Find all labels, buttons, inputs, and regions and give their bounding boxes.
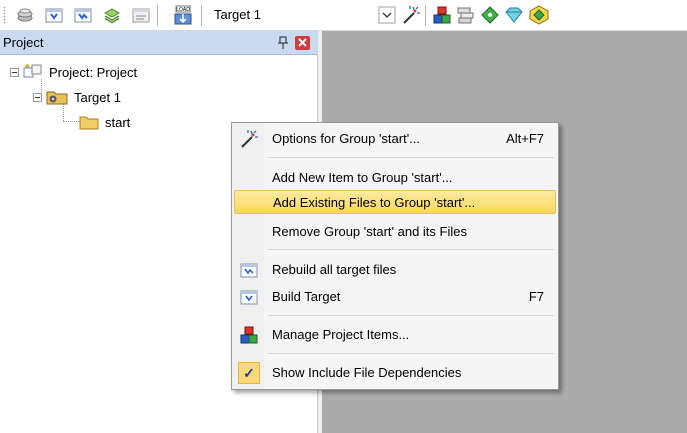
pack-icon[interactable] (528, 4, 550, 26)
manage-project-icon[interactable] (431, 4, 453, 26)
menu-separator (268, 157, 554, 158)
collapse-icon[interactable] (33, 92, 42, 102)
manage-project-icon (234, 323, 264, 347)
wand-icon[interactable] (400, 4, 422, 26)
tree-node-target[interactable]: Target 1 (33, 87, 121, 107)
target-folder-icon (46, 89, 68, 105)
menu-item-label: Build Target (272, 289, 341, 304)
menu-item-shortcut: Alt+F7 (506, 131, 544, 146)
project-icon (23, 63, 43, 81)
menu-item-label: Options for Group 'start'... (272, 131, 421, 146)
check-icon-wrap: ✓ (234, 361, 264, 385)
tree-label-group: start (105, 114, 131, 130)
svg-text:LOAD: LOAD (176, 7, 190, 13)
tree-label-target: Target 1 (74, 89, 121, 105)
menu-item-add-new[interactable]: Add New Item to Group 'start'... (234, 166, 556, 190)
batch-build-icon[interactable] (130, 4, 152, 26)
build-icon[interactable] (72, 4, 94, 26)
context-menu: Options for Group 'start'... Alt+F7 Add … (231, 122, 559, 390)
target-combo[interactable]: Target 1 (210, 5, 370, 25)
menu-item-options[interactable]: Options for Group 'start'... Alt+F7 (234, 127, 556, 151)
menu-item-label: Add New Item to Group 'start'... (272, 170, 453, 185)
menu-item-manage-project[interactable]: Manage Project Items... (234, 323, 556, 347)
rebuild-icon[interactable] (101, 4, 123, 26)
pin-icon[interactable] (277, 36, 289, 50)
component-icon[interactable] (455, 4, 477, 26)
menu-item-show-include-deps[interactable]: ✓ Show Include File Dependencies (234, 361, 556, 385)
wand-icon (234, 127, 264, 151)
check-icon: ✓ (238, 362, 260, 384)
translate-icon[interactable] (43, 4, 65, 26)
menu-item-rebuild[interactable]: Rebuild all target files (234, 258, 556, 282)
tree-label-project: Project: Project (49, 64, 138, 80)
menu-item-add-existing[interactable]: Add Existing Files to Group 'start'... (234, 190, 556, 214)
tree-node-group[interactable]: start (79, 112, 130, 132)
menu-item-label: Rebuild all target files (272, 262, 397, 277)
dropdown-arrow-icon[interactable] (376, 4, 398, 26)
toolbar-separator (201, 5, 202, 26)
toolbar-separator (425, 5, 426, 26)
tree-line (63, 121, 79, 122)
load-icon[interactable]: LOAD (172, 4, 194, 26)
tree-node-project[interactable]: Project: Project (10, 62, 137, 82)
close-icon[interactable] (295, 36, 310, 50)
panel-title-bar: Project (0, 31, 318, 55)
menu-item-shortcut: F7 (528, 289, 544, 304)
toolbar-grip[interactable] (3, 6, 6, 24)
panel-title: Project (3, 35, 44, 50)
rebuild-icon (234, 258, 264, 282)
menu-separator (268, 315, 554, 316)
menu-item-build-target[interactable]: Build Target F7 (234, 285, 556, 309)
stack-icon[interactable] (14, 4, 36, 26)
collapse-icon[interactable] (10, 67, 19, 77)
folder-icon (79, 115, 99, 130)
diamond-icon[interactable] (479, 4, 501, 26)
menu-separator (268, 249, 554, 250)
shield-icon[interactable] (503, 4, 525, 26)
toolbar-separator (157, 5, 158, 26)
menu-item-remove-group[interactable]: Remove Group 'start' and its Files (234, 220, 556, 244)
build-icon (234, 285, 264, 309)
toolbar: LOAD Target 1 (0, 0, 687, 31)
menu-item-label: Remove Group 'start' and its Files (272, 224, 467, 239)
menu-item-label: Manage Project Items... (272, 327, 410, 342)
menu-item-label: Add Existing Files to Group 'start'... (273, 195, 476, 210)
menu-separator (268, 353, 554, 354)
menu-icon-gutter (232, 123, 264, 389)
menu-item-label: Show Include File Dependencies (272, 365, 462, 380)
